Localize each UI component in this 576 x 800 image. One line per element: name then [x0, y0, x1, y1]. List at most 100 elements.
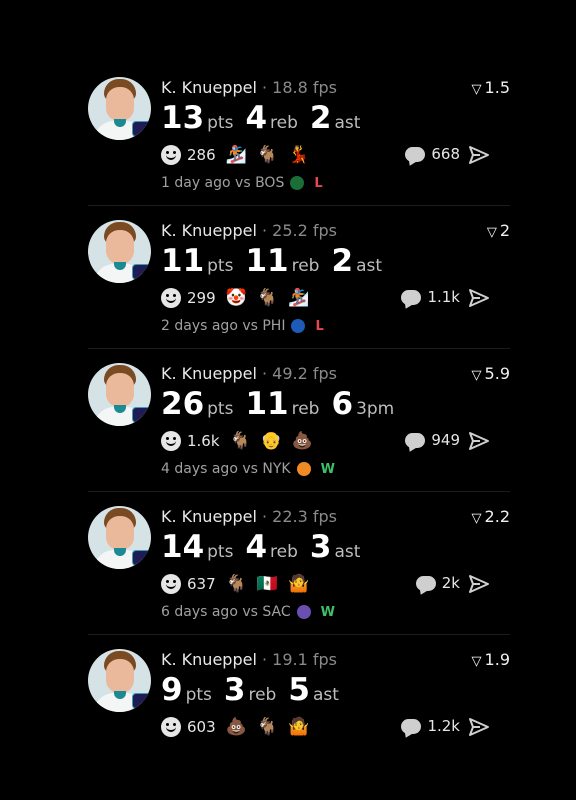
- post-card[interactable]: K. Knueppel · 19.1 fps ▽ 1.9 9 pts 3 reb 5 ast…: [88, 635, 510, 778]
- share-icon[interactable]: [468, 717, 490, 737]
- react-button[interactable]: 1.6k: [161, 431, 220, 451]
- stat-unit: reb: [291, 399, 320, 419]
- game-time: 1 day ago vs BOS: [161, 175, 285, 191]
- comment-button[interactable]: 2k: [415, 574, 460, 592]
- share-icon[interactable]: [468, 288, 490, 308]
- game-result: W: [320, 461, 335, 477]
- comment-button[interactable]: 949: [405, 431, 460, 449]
- game-meta: 4 days ago vs NYK W: [161, 461, 335, 477]
- stat-unit: pts: [207, 542, 234, 562]
- player-name[interactable]: K. Knueppel: [161, 650, 257, 669]
- reaction-emoji[interactable]: 🤷: [288, 717, 309, 737]
- opponent-logo-icon: [296, 605, 311, 619]
- stat-value: 11: [161, 243, 205, 279]
- comment-bubble-icon: [405, 432, 426, 448]
- reaction-emoji[interactable]: 🐐: [257, 717, 278, 737]
- stat-value: 4: [245, 100, 268, 136]
- filter-icon: ▽: [471, 82, 482, 97]
- comment-button[interactable]: 1.2k: [401, 717, 460, 735]
- stat-value: 3: [223, 672, 246, 708]
- avatar[interactable]: [88, 363, 151, 426]
- fps-value: 18.8 fps: [272, 78, 338, 97]
- avatar[interactable]: [88, 220, 151, 283]
- smile-icon: [161, 145, 181, 165]
- reaction-emoji[interactable]: 🐐: [230, 431, 251, 451]
- reaction-emoji[interactable]: 💃: [288, 145, 309, 165]
- game-time: 6 days ago vs SAC: [161, 604, 291, 620]
- reaction-count: 637: [187, 575, 216, 593]
- comment-count: 2k: [441, 574, 460, 592]
- reaction-emoji[interactable]: 🐐: [257, 288, 278, 308]
- rating-metric: ▽ 2: [487, 221, 510, 240]
- react-button[interactable]: 286: [161, 145, 216, 165]
- reaction-emoji[interactable]: 💩: [226, 717, 247, 737]
- game-result: L: [315, 318, 324, 334]
- stat-unit: ast: [334, 542, 361, 562]
- game-result: W: [320, 604, 335, 620]
- avatar[interactable]: [88, 649, 151, 712]
- comment-button[interactable]: 668: [405, 145, 460, 163]
- reaction-emoji[interactable]: 👴: [261, 431, 282, 451]
- reaction-emoji[interactable]: 🐐: [257, 145, 278, 165]
- team-logo-icon: [132, 407, 151, 423]
- reaction-emoji[interactable]: 🇲🇽: [257, 574, 278, 594]
- stat-value: 14: [161, 529, 205, 565]
- post-header: K. Knueppel · 22.3 fps: [161, 507, 337, 526]
- avatar-face: [106, 373, 134, 407]
- reaction-emoji[interactable]: 🤷: [288, 574, 309, 594]
- avatar[interactable]: [88, 506, 151, 569]
- post-card[interactable]: K. Knueppel · 18.8 fps ▽ 1.5 13 pts 4 reb 2 as…: [88, 63, 510, 206]
- stat-line: 9 pts 3 reb 5 ast: [161, 672, 351, 708]
- game-meta: 1 day ago vs BOS L: [161, 175, 323, 191]
- stat-unit: reb: [270, 113, 298, 133]
- react-button[interactable]: 603: [161, 717, 216, 737]
- filter-icon: ▽: [471, 654, 482, 669]
- player-name[interactable]: K. Knueppel: [161, 364, 257, 383]
- react-button[interactable]: 637: [161, 574, 216, 594]
- avatar-face: [106, 87, 134, 121]
- player-name[interactable]: K. Knueppel: [161, 221, 257, 240]
- stat-value: 4: [245, 529, 268, 565]
- game-time: 2 days ago vs PHI: [161, 318, 286, 334]
- stat-unit: reb: [291, 256, 320, 276]
- share-icon[interactable]: [468, 574, 490, 594]
- separator: ·: [261, 650, 268, 669]
- reaction-emoji[interactable]: 🏂: [288, 288, 309, 308]
- filter-icon: ▽: [486, 225, 497, 240]
- share-icon[interactable]: [468, 145, 490, 165]
- player-name[interactable]: K. Knueppel: [161, 78, 257, 97]
- comment-bubble-icon: [405, 146, 426, 162]
- smile-icon: [161, 431, 181, 451]
- game-time: 4 days ago vs NYK: [161, 461, 291, 477]
- reaction-emoji[interactable]: 🐐: [226, 574, 247, 594]
- stat-unit: pts: [207, 113, 234, 133]
- comment-count: 1.2k: [427, 717, 460, 735]
- comment-count: 949: [431, 431, 460, 449]
- reactions-row: 286 🏂 🐐 💃: [161, 145, 309, 165]
- stat-value: 5: [288, 672, 310, 708]
- react-button[interactable]: 299: [161, 288, 216, 308]
- reaction-emoji[interactable]: 💩: [292, 431, 313, 451]
- stat-value: 2: [309, 100, 332, 136]
- avatar[interactable]: [88, 77, 151, 140]
- player-name[interactable]: K. Knueppel: [161, 507, 257, 526]
- reaction-emoji[interactable]: 🏂: [226, 145, 247, 165]
- rating-value: 5.9: [484, 364, 510, 383]
- reaction-count: 286: [187, 146, 216, 164]
- post-card[interactable]: K. Knueppel · 25.2 fps ▽ 2 11 pts 11 reb 2 ast…: [88, 206, 510, 349]
- comment-bubble-icon: [401, 289, 422, 305]
- post-card[interactable]: K. Knueppel · 49.2 fps ▽ 5.9 26 pts 11 reb 6 3…: [88, 349, 510, 492]
- reactions-row: 603 💩 🐐 🤷: [161, 717, 309, 737]
- separator: ·: [261, 221, 268, 240]
- share-icon[interactable]: [468, 431, 490, 451]
- filter-icon: ▽: [471, 368, 482, 383]
- comment-button[interactable]: 1.1k: [401, 288, 460, 306]
- stat-unit: 3pm: [356, 399, 395, 419]
- stat-unit: pts: [207, 399, 234, 419]
- smile-icon: [161, 288, 181, 308]
- filter-icon: ▽: [471, 511, 482, 526]
- post-card[interactable]: K. Knueppel · 22.3 fps ▽ 2.2 14 pts 4 reb 3 as…: [88, 492, 510, 635]
- stat-value: 2: [331, 243, 354, 279]
- reaction-emoji[interactable]: 🤡: [226, 288, 247, 308]
- game-result: L: [314, 175, 323, 191]
